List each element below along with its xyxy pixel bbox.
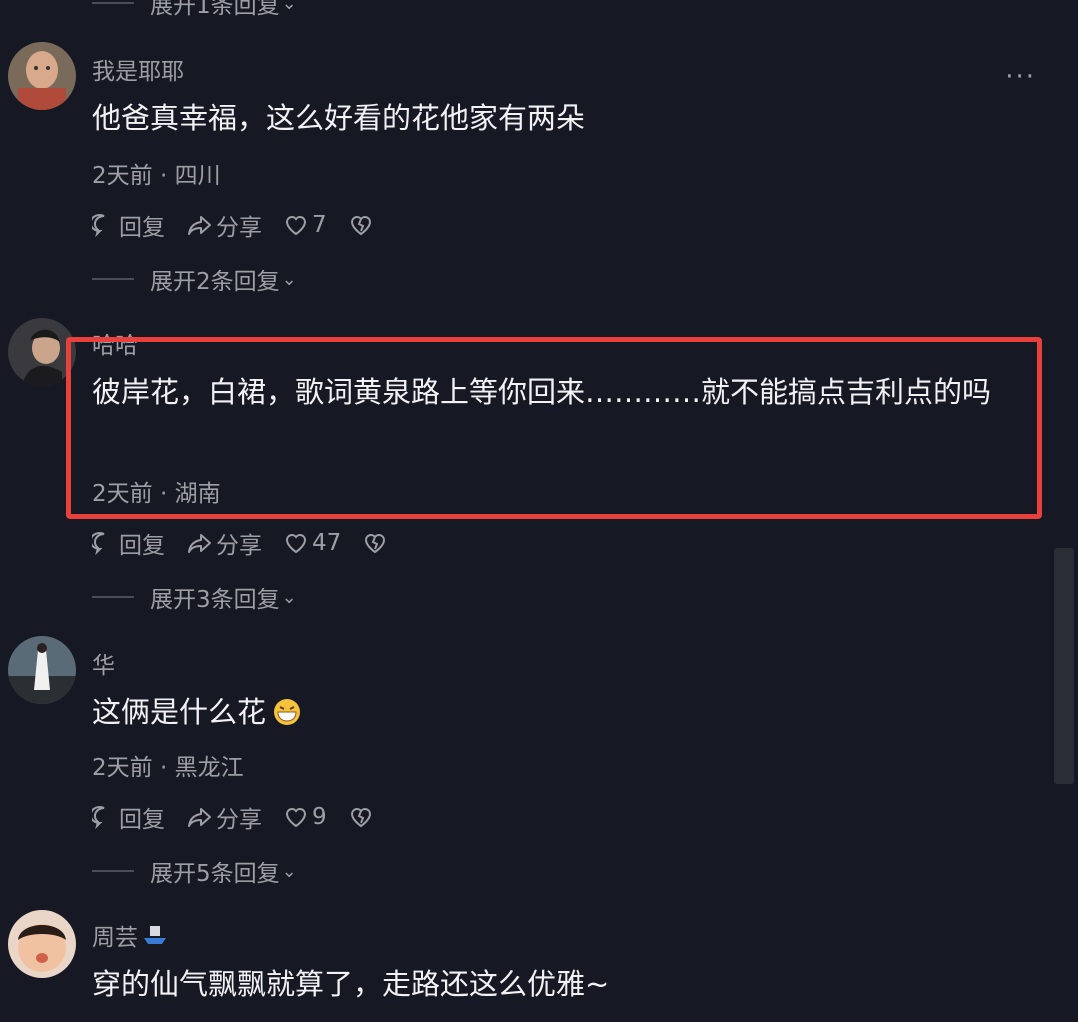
- dislike-button[interactable]: [363, 532, 390, 554]
- expand-replies-label: 展开3条回复: [150, 587, 280, 613]
- expand-replies[interactable]: 展开1条回复 ⌄: [92, 0, 297, 20]
- expand-replies[interactable]: 展开3条回复 ⌄: [92, 580, 297, 614]
- heart-icon: [285, 808, 307, 828]
- divider: [92, 278, 134, 280]
- like-count: 9: [312, 804, 327, 830]
- share-label: 分享: [216, 533, 262, 559]
- like-button[interactable]: 7: [284, 212, 327, 238]
- username[interactable]: 周芸: [92, 918, 168, 952]
- chevron-down-icon: ⌄: [281, 860, 297, 882]
- comment-actions: 回复 分享 47: [92, 526, 412, 560]
- share-arrow-icon: [188, 808, 211, 827]
- chevron-down-icon: ⌄: [281, 268, 297, 290]
- heart-icon: [285, 216, 307, 236]
- share-label: 分享: [216, 807, 262, 833]
- dislike-button[interactable]: [349, 214, 376, 236]
- share-button[interactable]: 分享: [187, 800, 262, 834]
- avatar[interactable]: [8, 636, 76, 704]
- expand-replies-label: 展开2条回复: [150, 269, 280, 295]
- divider: [92, 596, 134, 598]
- username-text: 周芸: [92, 925, 138, 951]
- scrollbar[interactable]: [1054, 548, 1074, 784]
- like-count: 7: [312, 212, 327, 238]
- username[interactable]: 华: [92, 646, 115, 680]
- expand-replies-label: 展开1条回复: [150, 0, 280, 19]
- reply-button[interactable]: 回复: [92, 526, 165, 560]
- chevron-down-icon: ⌄: [281, 586, 297, 608]
- comment-bubble-icon: [92, 532, 105, 555]
- heart-icon: [285, 534, 307, 554]
- expand-replies[interactable]: 展开2条回复 ⌄: [92, 262, 297, 296]
- comment-bubble-icon: [92, 214, 105, 237]
- like-button[interactable]: 47: [284, 530, 341, 556]
- comment-text: 这俩是什么花: [92, 690, 302, 734]
- ship-emoji-icon: [144, 926, 166, 944]
- comment-actions: 回复 分享 9: [92, 800, 398, 834]
- more-options-icon[interactable]: ···: [1005, 62, 1036, 92]
- broken-heart-icon: [365, 534, 386, 554]
- comment-meta: 2天前 · 四川: [92, 163, 221, 189]
- like-button[interactable]: 9: [284, 804, 327, 830]
- divider: [92, 870, 134, 872]
- comment-meta: 2天前 · 黑龙江: [92, 755, 244, 781]
- chevron-down-icon: ⌄: [281, 0, 297, 14]
- avatar[interactable]: [8, 910, 76, 978]
- comment-text-content: 这俩是什么花: [92, 695, 267, 729]
- broken-heart-icon: [350, 216, 371, 236]
- reply-label: 回复: [119, 807, 165, 833]
- grin-emoji-icon: [274, 699, 301, 725]
- reply-label: 回复: [119, 215, 165, 241]
- share-button[interactable]: 分享: [187, 208, 262, 242]
- divider: [92, 2, 134, 4]
- share-label: 分享: [216, 215, 262, 241]
- like-count: 47: [312, 530, 342, 556]
- expand-replies-label: 展开5条回复: [150, 861, 280, 887]
- share-arrow-icon: [188, 216, 211, 235]
- comment-actions: 回复 分享 7: [92, 208, 398, 242]
- reply-button[interactable]: 回复: [92, 208, 165, 242]
- broken-heart-icon: [350, 808, 371, 828]
- reply-button[interactable]: 回复: [92, 800, 165, 834]
- comment-bubble-icon: [92, 806, 105, 829]
- highlight-box: [66, 337, 1042, 519]
- comment-text: 穿的仙气飘飘就算了，走路还这么优雅~: [92, 967, 610, 1001]
- share-arrow-icon: [188, 534, 211, 553]
- comment-text: 他爸真幸福，这么好看的花他家有两朵: [92, 101, 586, 135]
- share-button[interactable]: 分享: [187, 526, 262, 560]
- username[interactable]: 我是耶耶: [92, 52, 184, 86]
- expand-replies[interactable]: 展开5条回复 ⌄: [92, 854, 297, 888]
- dislike-button[interactable]: [349, 806, 376, 828]
- avatar[interactable]: [8, 42, 76, 110]
- reply-label: 回复: [119, 533, 165, 559]
